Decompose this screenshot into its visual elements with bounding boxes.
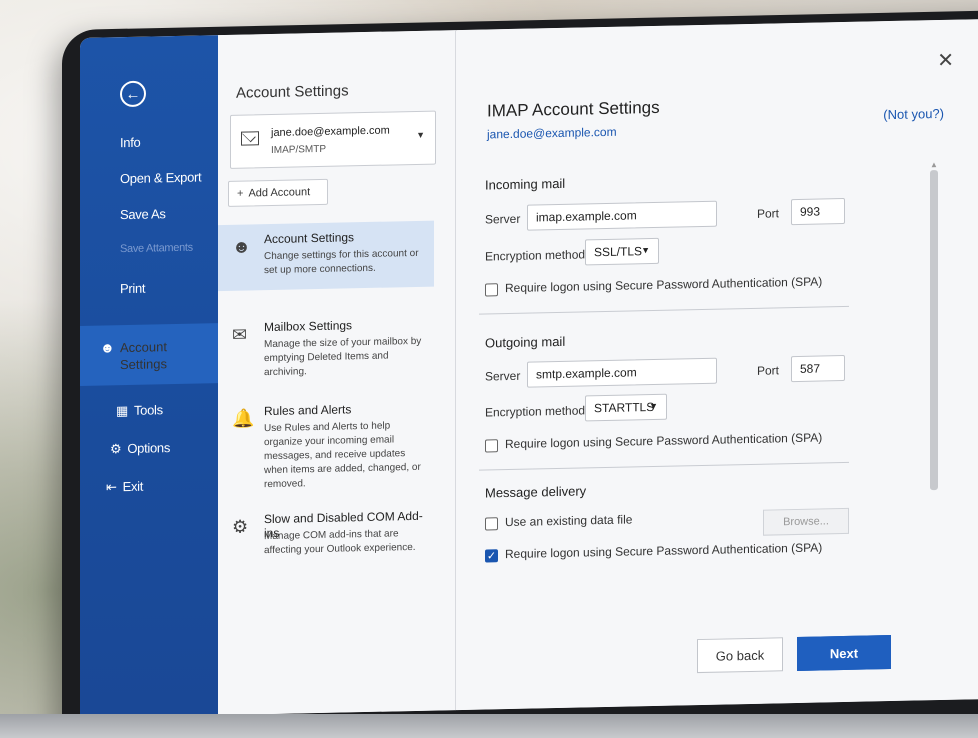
nav-item-account-settings[interactable]: ☻ Account Settings: [80, 323, 218, 386]
panel-email: jane.doe@example.com: [487, 124, 617, 142]
delivery-heading: Message delivery: [485, 483, 587, 501]
option-title: Mailbox Settings: [264, 318, 353, 335]
delivery-spa-checkbox[interactable]: ✓: [485, 549, 498, 563]
plus-icon: +: [237, 187, 244, 200]
close-icon[interactable]: ✕: [937, 48, 954, 73]
select-value: STARTTLS: [594, 399, 655, 416]
next-button[interactable]: Next: [797, 635, 891, 671]
option-mailbox-settings[interactable]: ✉ Mailbox Settings Manage the size of yo…: [218, 309, 434, 378]
bell-icon: 🔔: [232, 408, 255, 429]
nav-item-exit[interactable]: ⇤ Exit: [106, 479, 143, 496]
account-email: jane.doe@example.com: [271, 124, 390, 139]
delivery-spa-label: Require logon using Secure Password Auth…: [505, 540, 823, 562]
scrollbar[interactable]: ▲: [930, 160, 938, 491]
outgoing-encryption-select[interactable]: STARTTLS ▼: [585, 393, 667, 422]
outgoing-heading: Outgoing mail: [485, 333, 566, 351]
outgoing-spa-checkbox[interactable]: [485, 439, 498, 453]
nav-item-label: Account Settings: [120, 339, 167, 373]
tools-icon: ▦: [116, 402, 128, 419]
laptop-base: [0, 714, 978, 738]
divider: [479, 305, 849, 315]
scroll-up-icon[interactable]: ▲: [930, 160, 938, 169]
option-title: Account Settings: [264, 230, 355, 247]
gear-icon: ⚙: [110, 441, 122, 457]
panel-title: IMAP Account Settings: [487, 97, 660, 121]
not-you-link[interactable]: (Not you?): [883, 106, 944, 122]
nav-item-save-as[interactable]: Save As: [120, 206, 166, 222]
outgoing-port-input[interactable]: 587: [791, 354, 845, 383]
incoming-server-label: Server: [485, 211, 521, 227]
nav-item-tools[interactable]: ▦ Tools: [116, 402, 163, 419]
scrollbar-thumb[interactable]: [930, 170, 938, 491]
nav-item-label: Exit: [122, 478, 144, 495]
select-value: SSL/TLS: [594, 244, 643, 260]
person-icon: ☻: [100, 339, 115, 356]
chevron-down-icon: ▼: [641, 245, 650, 256]
incoming-heading: Incoming mail: [485, 175, 566, 193]
incoming-port-input[interactable]: 993: [791, 197, 845, 226]
account-info-column: Account Settings jane.doe@example.com IM…: [218, 30, 456, 716]
option-title: Rules and Alerts: [264, 402, 352, 419]
outgoing-port-label: Port: [757, 363, 780, 378]
incoming-encryption-label: Encryption method: [485, 247, 586, 264]
back-arrow-icon: ←: [125, 85, 141, 103]
incoming-server-input[interactable]: imap.example.com: [527, 200, 717, 231]
browse-button: Browse...: [763, 507, 849, 536]
back-button[interactable]: ←: [120, 80, 146, 108]
nav-item-print[interactable]: Print: [120, 281, 145, 297]
nav-item-label: Options: [127, 440, 171, 457]
addin-settings-icon: ⚙: [232, 516, 249, 537]
account-type: IMAP/SMTP: [271, 143, 327, 156]
option-description: Manage the size of your mailbox by empty…: [264, 335, 422, 379]
option-com-addins[interactable]: ⚙ Slow and Disabled COM Add-ins Manage C…: [218, 501, 434, 566]
existing-data-file-label: Use an existing data file: [505, 512, 633, 530]
go-back-button[interactable]: Go back: [697, 637, 783, 674]
backstage-nav: ← Info Open & Export Save As Save Attame…: [80, 35, 218, 718]
outlook-window: ← Info Open & Export Save As Save Attame…: [80, 19, 978, 719]
add-account-label: Add Account: [248, 186, 311, 200]
option-account-settings[interactable]: ☻ Account Settings Change settings for t…: [218, 220, 434, 292]
incoming-spa-checkbox[interactable]: [485, 283, 498, 297]
outgoing-encryption-label: Encryption method: [485, 403, 586, 420]
outgoing-server-label: Server: [485, 368, 521, 384]
nav-item-info[interactable]: Info: [120, 135, 140, 150]
incoming-encryption-select[interactable]: SSL/TLS ▼: [585, 237, 659, 266]
nav-item-open-export[interactable]: Open & Export: [120, 169, 201, 186]
chevron-down-icon: ▼: [649, 400, 658, 412]
incoming-port-label: Port: [757, 206, 780, 221]
option-description: Change settings for this account or set …: [264, 247, 419, 277]
chevron-down-icon: ▼: [416, 129, 425, 140]
nav-item-label: Tools: [133, 402, 163, 418]
divider: [479, 461, 849, 471]
page-title: Account Settings: [236, 82, 349, 102]
mailbox-icon: ✉: [232, 324, 248, 345]
option-description: Use Rules and Alerts to help organize yo…: [264, 420, 421, 491]
option-rules-alerts[interactable]: 🔔 Rules and Alerts Use Rules and Alerts …: [218, 393, 434, 490]
nav-item-save-attachments: Save Attaments: [120, 241, 193, 256]
incoming-spa-label: Require logon using Secure Password Auth…: [505, 274, 823, 296]
exit-icon: ⇤: [106, 479, 117, 495]
account-selector[interactable]: jane.doe@example.com IMAP/SMTP ▼: [230, 110, 436, 169]
option-description: Manage COM add-ins that are affecting yo…: [264, 528, 416, 557]
outgoing-spa-label: Require logon using Secure Password Auth…: [505, 430, 823, 452]
imap-settings-panel: ✕ IMAP Account Settings jane.doe@example…: [457, 19, 978, 711]
outgoing-server-input[interactable]: smtp.example.com: [527, 357, 717, 388]
nav-item-options[interactable]: ⚙ Options: [110, 440, 170, 457]
account-settings-icon: ☻: [232, 236, 251, 257]
add-account-button[interactable]: + Add Account: [228, 178, 328, 207]
existing-data-file-checkbox[interactable]: [485, 517, 498, 531]
mail-icon: [241, 131, 259, 146]
